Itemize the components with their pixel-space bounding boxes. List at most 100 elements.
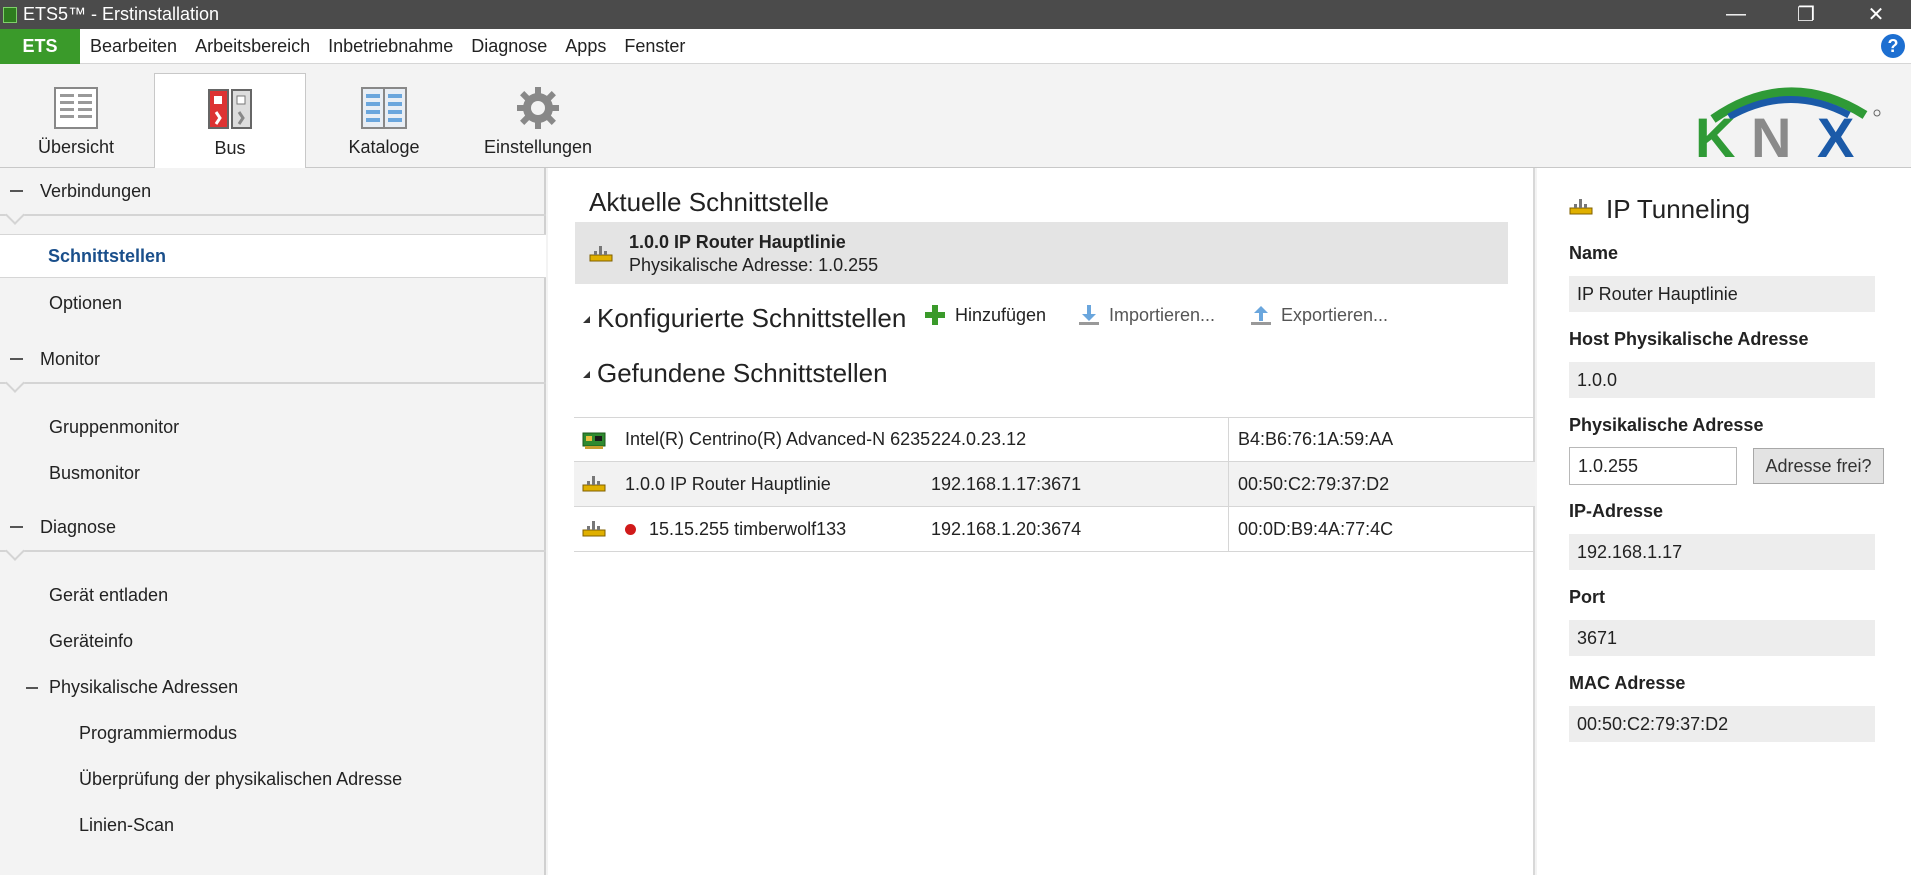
svg-text:K: K [1695,106,1735,161]
expand-triangle-icon[interactable] [583,316,590,323]
ribbon: Übersicht Bus Kataloge Einstellungen K N… [0,65,1911,169]
group-notch [5,373,25,393]
nav-subgroup-physikalische-adressen[interactable]: Physikalische Adressen [26,677,238,698]
interface-name: 1.0.0 IP Router Hauptlinie [625,473,831,494]
nav-item-programmiermodus[interactable]: Programmiermodus [79,723,237,744]
interface-name-with-status: 15.15.255 timberwolf133 [625,519,846,540]
physical-address-label: Physikalische Adresse [1569,415,1764,435]
menu-inbetriebnahme[interactable]: Inbetriebnahme [328,36,453,57]
gear-icon [517,87,559,129]
current-interface-title: Aktuelle Schnittstelle [589,187,829,217]
interface-name: Intel(R) Centrino(R) Advanced-N 6235 [625,429,931,449]
mac-address-field: 00:50:C2:79:37:D2 [1569,706,1875,742]
window-controls: — ❐ ✕ [1701,0,1911,29]
export-button[interactable]: Exportieren... [1250,304,1388,326]
bus-icon [208,89,252,129]
group-notch [5,541,25,561]
minimize-button[interactable]: — [1701,0,1771,29]
nav-item-ueberpruefung[interactable]: Überprüfung der physikalischen Adresse [79,769,402,790]
router-icon [582,521,606,537]
nav-item-busmonitor[interactable]: Busmonitor [49,463,140,484]
router-icon [589,246,613,262]
nav-item-optionen[interactable]: Optionen [49,293,122,314]
configured-interfaces-title[interactable]: Konfigurierte Schnittstellen [597,303,906,334]
tab-bus[interactable]: Bus [154,73,306,169]
interface-mac: 00:0D:B9:4A:77:4C [1238,518,1394,539]
overview-icon [54,87,98,129]
nav-item-geraet-entladen[interactable]: Gerät entladen [49,585,168,606]
tab-kataloge-label: Kataloge [348,137,420,157]
interface-address: 192.168.1.17:3671 [931,473,1082,494]
nav-subgroup-label: Physikalische Adressen [49,677,239,697]
collapse-icon [10,190,23,192]
current-interface-card[interactable]: 1.0.0 IP Router Hauptlinie Physikalische… [575,222,1508,284]
current-interface-name: 1.0.0 IP Router Hauptlinie [629,232,846,252]
menu-apps[interactable]: Apps [565,36,606,57]
interface-mac: 00:50:C2:79:37:D2 [1238,473,1390,494]
interface-address: 224.0.23.12 [931,429,1027,449]
import-button-label: Importieren... [1109,304,1216,325]
interface-mac: B4:B6:76:1A:59:AA [1238,429,1394,449]
found-interfaces-list: Intel(R) Centrino(R) Advanced-N 6235 224… [574,417,1535,552]
import-button[interactable]: Importieren... [1078,304,1215,326]
menu-arbeitsbereich[interactable]: Arbeitsbereich [195,36,310,57]
close-button[interactable]: ✕ [1841,0,1911,29]
found-interface-row[interactable]: 15.15.255 timberwolf133 192.168.1.20:367… [574,507,1535,552]
found-interfaces-title[interactable]: Gefundene Schnittstellen [597,358,888,389]
address-free-button[interactable]: Adresse frei? [1753,448,1884,484]
nav-group-label: Verbindungen [40,180,152,201]
add-button[interactable]: Hinzufügen [924,304,1046,326]
interfaces-pane: Aktuelle Schnittstelle 1.0.0 IP Router H… [548,168,1535,875]
ip-address-field: 192.168.1.17 [1569,534,1875,570]
title-bar: ETS5™ - Erstinstallation — ❐ ✕ [0,0,1911,29]
plus-icon [925,305,945,325]
router-icon [1569,199,1593,215]
interface-address: 192.168.1.20:3674 [931,518,1082,539]
tab-uebersicht-label: Übersicht [37,137,115,157]
network-card-icon [582,432,606,449]
expand-triangle-icon[interactable] [583,371,590,378]
group-notch [5,205,25,225]
collapse-icon [26,686,38,689]
port-label: Port [1569,587,1605,607]
upload-icon [1251,306,1271,325]
restore-button[interactable]: ❐ [1771,0,1841,29]
ets-menu-button[interactable]: ETS [0,28,80,64]
nav-item-schnittstellen[interactable]: Schnittstellen [0,234,546,278]
nav-group-label: Diagnose [40,516,117,537]
add-button-label: Hinzufügen [955,304,1047,325]
current-interface-address: Physikalische Adresse: 1.0.255 [629,255,879,275]
nav-group-diagnose[interactable]: Diagnose [0,504,546,561]
nav-item-geraeteinfo[interactable]: Geräteinfo [49,631,133,652]
host-address-field: 1.0.0 [1569,362,1875,398]
name-label: Name [1569,243,1619,263]
tab-kataloge[interactable]: Kataloge [308,73,460,168]
tab-einstellungen-label: Einstellungen [483,137,593,157]
tab-einstellungen[interactable]: Einstellungen [462,73,614,168]
interface-details-panel: IP Tunneling Name IP Router Hauptlinie H… [1537,168,1911,875]
menu-fenster[interactable]: Fenster [624,36,685,57]
physical-address-input[interactable]: 1.0.255 [1569,447,1737,485]
collapse-icon [10,358,23,360]
knx-logo: K N X [1695,87,1881,161]
help-icon[interactable]: ? [1881,34,1905,58]
svg-text:N: N [1751,106,1791,161]
nav-group-verbindungen[interactable]: Verbindungen [0,168,546,225]
ets-app-icon [3,6,17,23]
port-field: 3671 [1569,620,1875,656]
download-icon [1079,305,1099,325]
nav-item-gruppenmonitor[interactable]: Gruppenmonitor [49,417,179,438]
mac-address-label: MAC Adresse [1569,673,1686,693]
nav-item-linien-scan[interactable]: Linien-Scan [79,815,174,836]
menu-diagnose[interactable]: Diagnose [471,36,547,57]
found-interface-row[interactable]: Intel(R) Centrino(R) Advanced-N 6235 224… [574,417,1535,463]
menu-bar: ETS Bearbeiten Arbeitsbereich Inbetriebn… [0,28,1911,64]
nav-group-monitor[interactable]: Monitor [0,336,546,393]
tab-uebersicht[interactable]: Übersicht [0,73,152,168]
window-title: ETS5™ - Erstinstallation [23,4,220,24]
found-interface-row[interactable]: 1.0.0 IP Router Hauptlinie 192.168.1.17:… [574,462,1535,507]
svg-text:X: X [1817,106,1854,161]
menu-bearbeiten[interactable]: Bearbeiten [90,36,177,57]
column-divider [1228,462,1229,507]
router-icon [582,476,606,492]
